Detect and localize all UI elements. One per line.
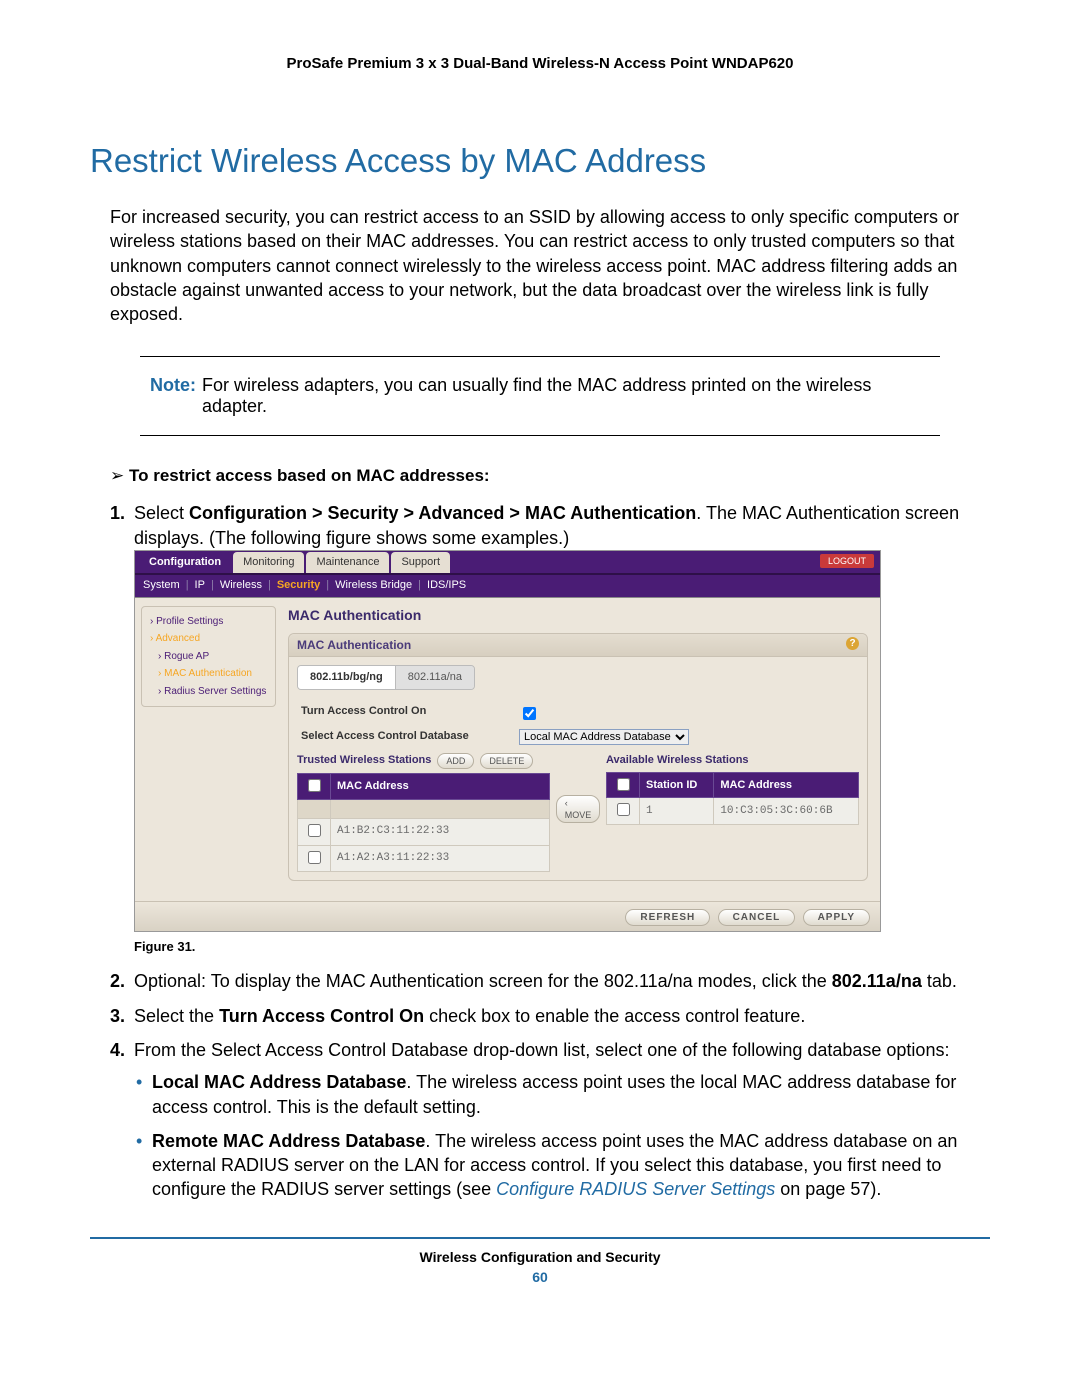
footer-page-number: 60	[90, 1269, 990, 1285]
row-checkbox[interactable]	[308, 824, 321, 837]
sidebar-item-rogue-ap[interactable]: › Rogue AP	[146, 648, 271, 666]
step-1: Select Configuration > Security > Advanc…	[130, 501, 990, 955]
turn-access-control-checkbox[interactable]	[523, 707, 536, 720]
subtab-security[interactable]: Security	[277, 578, 320, 593]
sidebar: › Profile Settings › Advanced › Rogue AP…	[135, 598, 282, 901]
table-row: 1 10:C3:05:3C:60:6B	[607, 798, 859, 825]
document-header: ProSafe Premium 3 x 3 Dual-Band Wireless…	[90, 55, 990, 72]
subtab-system[interactable]: System	[143, 578, 180, 593]
tab-support[interactable]: Support	[391, 552, 450, 573]
trusted-title: Trusted Wireless Stations	[297, 753, 431, 768]
tab-maintenance[interactable]: Maintenance	[306, 552, 389, 573]
section-heading: Restrict Wireless Access by MAC Address	[90, 142, 990, 180]
bullet-remote-db: Remote MAC Address Database. The wireles…	[152, 1129, 990, 1202]
figure-caption: Figure 31.	[134, 938, 990, 956]
sidebar-item-mac-auth[interactable]: › MAC Authentication	[146, 665, 271, 683]
available-title: Available Wireless Stations	[606, 753, 749, 768]
radio-tab-bgng[interactable]: 802.11b/bg/ng	[298, 666, 396, 689]
footer-chapter: Wireless Configuration and Security	[90, 1249, 990, 1265]
subtab-ids-ips[interactable]: IDS/IPS	[427, 578, 466, 593]
help-icon[interactable]: ?	[846, 637, 859, 650]
label-select-database: Select Access Control Database	[301, 729, 519, 745]
panel-title: MAC Authentication	[288, 606, 868, 625]
available-table: Station ID MAC Address 1 10:C3:05:3C:60:…	[606, 772, 859, 826]
col-mac-address: MAC Address	[331, 773, 550, 799]
row-checkbox[interactable]	[617, 803, 630, 816]
move-button[interactable]: ‹ MOVE	[556, 795, 601, 823]
intro-paragraph: For increased security, you can restrict…	[110, 205, 990, 326]
subtab-wireless-bridge[interactable]: Wireless Bridge	[335, 578, 412, 593]
row-checkbox[interactable]	[308, 851, 321, 864]
step-3: Select the Turn Access Control On check …	[130, 1004, 990, 1028]
tab-configuration[interactable]: Configuration	[139, 552, 231, 573]
screenshot-figure: Configuration Monitoring Maintenance Sup…	[134, 550, 881, 932]
sidebar-item-advanced[interactable]: › Advanced	[146, 630, 271, 648]
note-label: Note:	[150, 375, 202, 417]
subtab-ip[interactable]: IP	[195, 578, 205, 593]
logout-button[interactable]: LOGOUT	[820, 554, 874, 568]
mac-auth-panel: MAC Authentication ? 802.11b/bg/ng 802.1…	[288, 633, 868, 882]
avail-select-all[interactable]	[617, 778, 630, 791]
tab-monitoring[interactable]: Monitoring	[233, 552, 304, 573]
database-select[interactable]: Local MAC Address Database	[519, 729, 689, 745]
col-station-id: Station ID	[640, 772, 714, 798]
step-2: Optional: To display the MAC Authenticat…	[130, 969, 990, 993]
radio-tab-ana[interactable]: 802.11a/na	[396, 666, 474, 689]
trusted-select-all[interactable]	[308, 779, 321, 792]
table-row: A1:A2:A3:11:22:33	[298, 845, 550, 872]
cancel-button[interactable]: CANCEL	[718, 909, 796, 926]
note-text: For wireless adapters, you can usually f…	[202, 375, 930, 417]
add-button[interactable]: ADD	[437, 753, 474, 769]
delete-button[interactable]: DELETE	[480, 753, 533, 769]
subtab-wireless[interactable]: Wireless	[220, 578, 262, 593]
sidebar-item-profile-settings[interactable]: › Profile Settings	[146, 613, 271, 631]
label-turn-access-on: Turn Access Control On	[301, 704, 519, 725]
link-configure-radius[interactable]: Configure RADIUS Server Settings	[496, 1179, 775, 1199]
sidebar-item-radius[interactable]: › Radius Server Settings	[146, 683, 271, 701]
table-row: A1:B2:C3:11:22:33	[298, 818, 550, 845]
sub-tabs: System| IP| Wireless| Security| Wireless…	[135, 575, 880, 598]
bullet-local-db: Local MAC Address Database. The wireless…	[152, 1070, 990, 1119]
note-block: Note: For wireless adapters, you can usu…	[140, 356, 940, 436]
radio-mode-tabs: 802.11b/bg/ng 802.11a/na	[297, 665, 475, 690]
step-4: From the Select Access Control Database …	[130, 1038, 990, 1202]
task-title: To restrict access based on MAC addresse…	[110, 466, 990, 486]
apply-button[interactable]: APPLY	[803, 909, 870, 926]
col-mac-address-2: MAC Address	[714, 772, 859, 798]
top-tabs: Configuration Monitoring Maintenance Sup…	[135, 551, 880, 575]
footer-rule	[90, 1237, 990, 1239]
screenshot-footer: REFRESH CANCEL APPLY	[135, 901, 880, 931]
panel-head-label: MAC Authentication	[297, 637, 411, 653]
refresh-button[interactable]: REFRESH	[625, 909, 710, 926]
trusted-table: MAC Address A1:B2:C3:11:22:33 A1:A2:A3:1…	[297, 773, 550, 873]
